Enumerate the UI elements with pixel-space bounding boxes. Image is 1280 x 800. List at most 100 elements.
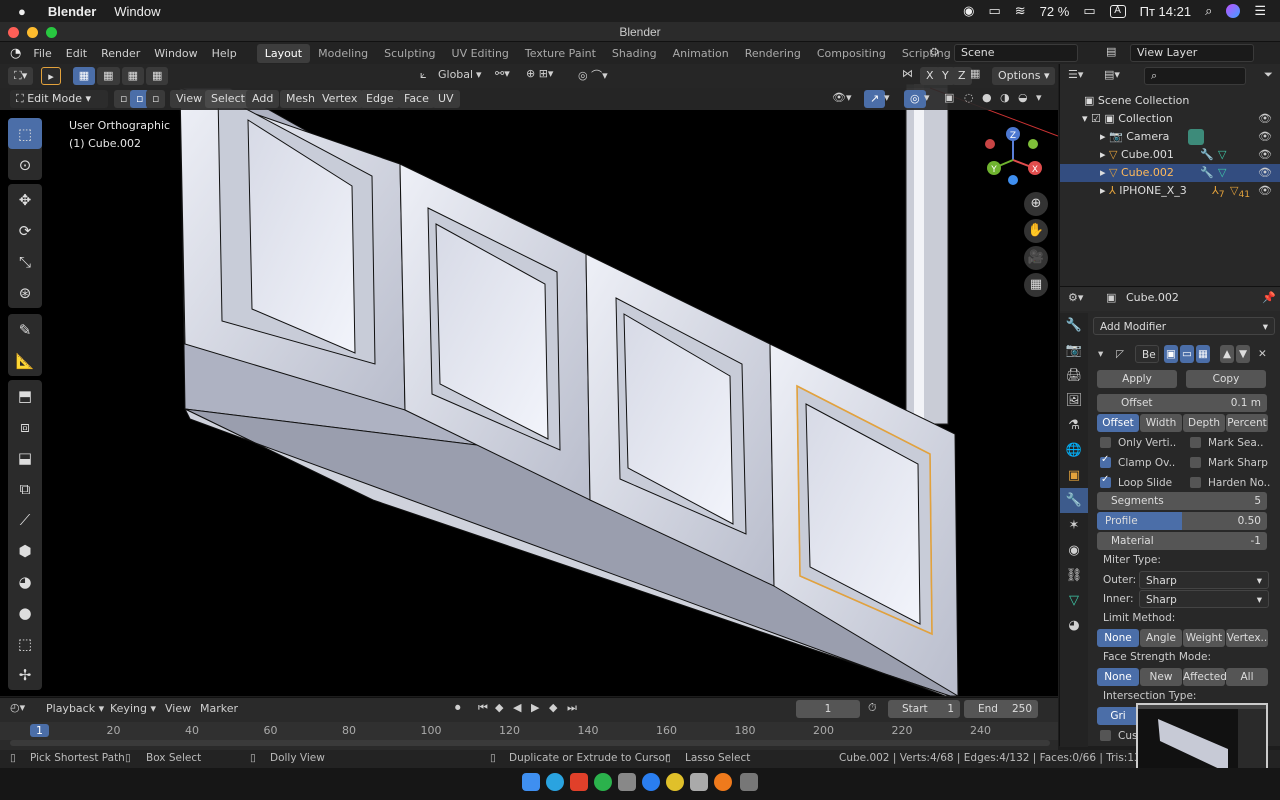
modifier-wrench-icon[interactable]: 🔧 [1200, 164, 1214, 182]
select-mode-extend-button[interactable]: ▦ [97, 67, 120, 85]
limit-method-none[interactable]: None [1097, 629, 1139, 647]
measure-tool-icon[interactable]: 📐 [8, 345, 42, 376]
limit-method-weight[interactable]: Weight [1183, 629, 1225, 647]
outliner-item-camera[interactable]: ▸ 📷 Camera 👁 [1060, 128, 1280, 146]
minimize-window-button[interactable] [27, 27, 38, 38]
material-shading-icon[interactable]: ◑ [1000, 91, 1010, 104]
select-mode-intersect-button[interactable]: ▦ [145, 67, 169, 85]
face-strength-affected[interactable]: Affected [1183, 668, 1227, 686]
spotlight-icon[interactable]: ⌕ [1205, 3, 1212, 19]
menu-render[interactable]: Render [101, 47, 140, 60]
timeline-view-menu[interactable]: View [165, 702, 191, 715]
camera-data-icon[interactable] [1188, 129, 1204, 145]
show-in-editmode-icon[interactable]: ▣ [1164, 345, 1178, 363]
modifier-wrench-icon[interactable]: 🔧 [1200, 146, 1214, 164]
outliner-editor-icon[interactable]: ☰▾ [1068, 68, 1083, 81]
clock[interactable]: Пт 14:21 [1140, 4, 1191, 19]
select-mode-new-button[interactable]: ▦ [72, 67, 96, 85]
modifier-name-input[interactable]: Be [1135, 345, 1159, 363]
expand-icon[interactable]: ▾ [1082, 112, 1091, 125]
show-viewport-icon[interactable]: ▭ [1180, 345, 1194, 363]
blender-logo-icon[interactable]: ◔ [10, 46, 21, 61]
mode-select[interactable]: ⛶ Edit Mode ▾ [10, 90, 108, 108]
tab-uv-editing[interactable]: UV Editing [444, 44, 517, 63]
app-red-icon[interactable] [570, 773, 588, 791]
width-type-offset[interactable]: Offset [1097, 414, 1139, 432]
tab-compositing[interactable]: Compositing [809, 44, 894, 63]
end-frame-field[interactable]: End 250 [964, 700, 1038, 718]
limit-method-angle[interactable]: Angle [1140, 629, 1182, 647]
select-tool-icon[interactable]: ▸ [41, 67, 61, 85]
tab-scripting[interactable]: Scripting [894, 44, 959, 63]
launchpad-icon[interactable] [618, 773, 636, 791]
show-render-icon[interactable]: ▦ [1196, 345, 1210, 363]
menu-help[interactable]: Help [212, 47, 237, 60]
outliner-item-collection[interactable]: ▾ ☑ ▣ Collection 👁 [1060, 110, 1280, 128]
photos-icon[interactable] [690, 773, 708, 791]
loop-cut-tool-icon[interactable]: ⧉ [8, 473, 42, 504]
next-keyframe-icon[interactable]: ◆ [549, 701, 557, 714]
stopwatch-icon[interactable]: ⏱ [868, 701, 877, 715]
close-window-button[interactable] [8, 27, 19, 38]
view-layer-tab-icon[interactable]: 🖼 [1060, 388, 1088, 413]
play-icon[interactable]: ▶ [531, 701, 539, 714]
eye-icon[interactable]: 👁 [1258, 164, 1272, 182]
move-tool-icon[interactable]: ✥ [8, 184, 42, 215]
app-green-icon[interactable] [594, 773, 612, 791]
menu-edit[interactable]: Edit [66, 47, 87, 60]
mark-seams-checkbox[interactable]: Mark Sea.. [1190, 434, 1270, 452]
tool-tab-icon[interactable]: 🔧 [1060, 313, 1088, 338]
world-tab-icon[interactable]: 🌐 [1060, 438, 1088, 463]
outliner-item-cube001[interactable]: ▸ ▽ Cube.001 🔧 ▽ 👁 [1060, 146, 1280, 164]
physics-tab-icon[interactable]: ◉ [1060, 538, 1088, 563]
mesh-data-icon[interactable]: ▽ [1218, 164, 1226, 182]
eye-icon[interactable]: 👁 [1258, 146, 1272, 164]
extrude-tool-icon[interactable]: ⬒ [8, 380, 42, 411]
menu-window[interactable]: Window [154, 47, 197, 60]
mesh-data-icon[interactable]: ▽41 [1230, 182, 1250, 204]
tab-shading[interactable]: Shading [604, 44, 665, 63]
airplay-icon[interactable]: ▭ [988, 3, 1000, 19]
navigation-gizmo[interactable]: Z X Y [978, 122, 1054, 198]
view-layer-icon[interactable]: ▤ [1106, 45, 1116, 58]
rotate-tool-icon[interactable]: ⟳ [8, 215, 42, 246]
options-dropdown[interactable]: Options ▾ [992, 67, 1056, 85]
inner-miter-select[interactable]: Sharp ▾ [1139, 590, 1269, 608]
edge-slide-tool-icon[interactable]: ⬚ [8, 628, 42, 659]
transform-tool-icon[interactable]: ⊛ [8, 277, 42, 308]
profile-slider[interactable]: Profile 0.50 [1097, 512, 1267, 530]
battery-text[interactable]: 72 % [1040, 4, 1070, 19]
location-icon[interactable]: ◉ [963, 3, 974, 19]
select-box-tool-icon[interactable]: ⬚ [8, 118, 42, 149]
menu-view[interactable]: View [170, 90, 209, 108]
outer-miter-select[interactable]: Sharp ▾ [1139, 571, 1269, 589]
tab-animation[interactable]: Animation [665, 44, 737, 63]
only-vertices-checkbox[interactable]: Only Verti.. [1100, 434, 1180, 452]
input-lang-icon[interactable]: A [1109, 4, 1126, 18]
apply-button[interactable]: Apply [1097, 370, 1177, 388]
pivot-icon[interactable]: ⚯▾ [495, 67, 510, 80]
siri-icon[interactable] [1226, 4, 1241, 18]
remove-modifier-icon[interactable]: ✕ [1258, 345, 1267, 363]
proportional-edit-icon[interactable]: ◎ ⌒▾ [578, 67, 608, 83]
solid-shading-icon[interactable]: ● [982, 91, 992, 104]
3d-viewport[interactable]: ⛶▾ ▸ ▦ ▦ ▦ ▦ ⟀ Global ▾ ⚯▾ ⊕ ⊞▾ ◎ ⌒▾ ⋈ X… [0, 64, 1058, 696]
offset-field[interactable]: Offset 0.1 m [1097, 394, 1267, 412]
view-layer-field[interactable]: View Layer [1130, 44, 1254, 62]
app-menu-name[interactable]: Blender [48, 4, 96, 19]
clamp-overlap-checkbox[interactable]: Clamp Ov.. [1100, 454, 1180, 472]
finder-icon[interactable] [522, 773, 540, 791]
ortho-toggle-icon[interactable]: ▦ [1024, 273, 1048, 297]
modifier-tab-icon[interactable]: 🔧 [1060, 488, 1088, 513]
render-tab-icon[interactable]: 📷 [1060, 338, 1088, 363]
object-tab-icon[interactable]: ▣ [1060, 463, 1088, 488]
copy-button[interactable]: Copy [1186, 370, 1266, 388]
menu-add[interactable]: Add [246, 90, 280, 108]
apple-icon[interactable]: ● [18, 4, 26, 19]
scene-tab-icon[interactable]: ⚗ [1060, 413, 1088, 438]
play-reverse-icon[interactable]: ◀ [513, 701, 521, 714]
data-tab-icon[interactable]: ▽ [1060, 588, 1088, 613]
expand-icon[interactable]: ▸ [1100, 148, 1109, 161]
wireframe-shading-icon[interactable]: ◌ [964, 91, 974, 104]
expand-icon[interactable]: ▸ [1100, 166, 1109, 179]
